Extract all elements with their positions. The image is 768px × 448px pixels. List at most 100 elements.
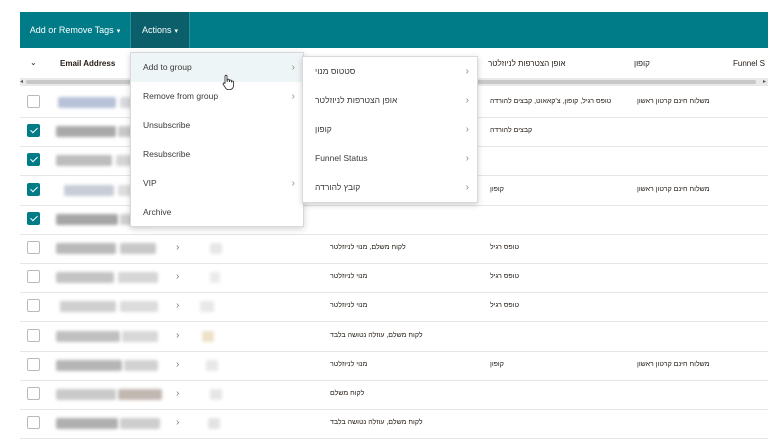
redacted-text (120, 418, 160, 430)
redacted-text (202, 330, 214, 342)
actions-button[interactable]: Actions ▾ (130, 12, 190, 48)
cell-subscription-status: לקוח משלם, מנוי לניוזלטר (330, 244, 406, 251)
column-header-signup-method[interactable]: אופן הצטרפות לניוזלטר (488, 59, 566, 68)
table-row[interactable]: › לקוח משלם, מנוי לניוזלטר טופס רגיל (20, 234, 768, 264)
scroll-left-icon[interactable]: ◂ (20, 78, 23, 86)
redacted-text (206, 359, 218, 371)
chevron-right-icon: › (465, 153, 469, 164)
redacted-text (122, 330, 158, 342)
submenu-item-label: סטטוס מנוי (315, 66, 356, 76)
chevron-right-icon: › (465, 95, 469, 106)
submenu-item-signup-method[interactable]: אופן הצטרפות לניוזלטר › (303, 86, 477, 115)
redacted-text (124, 359, 158, 371)
row-checkbox[interactable] (27, 299, 40, 313)
chevron-right-icon: › (291, 91, 295, 102)
redacted-text (210, 389, 222, 400)
table-row[interactable]: › לקוח משלם, עוזלה נטושה בלבד (20, 409, 768, 440)
cell-coupon: משלוח חינם קרטון ראשון (637, 360, 710, 368)
expand-row-icon[interactable]: › (176, 359, 179, 370)
menu-item-unsubscribe[interactable]: Unsubscribe (131, 111, 303, 140)
redacted-text (208, 418, 220, 430)
submenu-item-coupon[interactable]: קופון › (303, 115, 477, 144)
menu-item-label: Archive (143, 207, 172, 217)
select-all-dropdown-icon[interactable]: ⌄ (30, 58, 37, 67)
redacted-text (120, 243, 156, 254)
column-header-coupon[interactable]: קופון (634, 59, 650, 68)
redacted-text (120, 301, 158, 313)
column-header-funnel[interactable]: Funnel S (733, 59, 765, 68)
row-checkbox[interactable] (27, 124, 40, 138)
menu-item-archive[interactable]: Archive (131, 198, 303, 227)
chevron-down-icon: ▾ (174, 28, 179, 35)
row-checkbox[interactable] (27, 357, 40, 371)
cell-signup-method: טופס רגיל (490, 302, 520, 310)
submenu-item-funnel-status[interactable]: Funnel Status › (303, 144, 477, 173)
redacted-text (56, 330, 120, 342)
menu-item-label: Remove from group (143, 91, 219, 101)
scroll-right-icon[interactable]: ▸ (763, 78, 766, 86)
chevron-down-icon: ▾ (116, 28, 121, 35)
menu-item-label: Add to group (143, 62, 192, 72)
row-checkbox[interactable] (27, 95, 40, 108)
table-row[interactable]: › מנוי לניוזלטר טופס רגיל (20, 263, 768, 294)
table-row[interactable]: › לקוח משלם (20, 380, 768, 410)
menu-item-label: VIP (143, 178, 157, 188)
redacted-text (210, 243, 222, 254)
row-checkbox[interactable] (27, 241, 40, 254)
chevron-right-icon: › (291, 62, 295, 73)
chevron-right-icon: › (291, 178, 295, 189)
cell-subscription-status: לקוח משלם, עוזלה נטושה בלבד (330, 419, 423, 427)
redacted-text (200, 301, 214, 313)
submenu-item-download-file[interactable]: קובץ להורדה › (303, 173, 477, 202)
submenu-item-subscription-status[interactable]: סטטוס מנוי › (303, 57, 477, 86)
expand-row-icon[interactable]: › (176, 242, 179, 253)
redacted-text (60, 301, 116, 313)
add-remove-tags-button[interactable]: Add or Remove Tags ▾ (20, 12, 130, 48)
submenu-item-label: אופן הצטרפות לניוזלטר (315, 95, 398, 105)
column-header-email[interactable]: Email Address (60, 59, 115, 68)
cell-coupon: משלוח חינם קרטון ראשון (637, 98, 710, 105)
expand-row-icon[interactable]: › (176, 388, 179, 399)
submenu-item-label: קובץ להורדה (315, 182, 361, 192)
menu-item-add-to-group[interactable]: Add to group › (131, 53, 303, 82)
table-row[interactable]: › לקוח משלם, עוזלה נטושה בלבד (20, 322, 768, 352)
row-checkbox[interactable] (27, 387, 40, 400)
cell-subscription-status: מנוי לניוזלטר (330, 360, 368, 368)
cell-signup-method: קופון (490, 360, 504, 368)
menu-item-label: Unsubscribe (143, 120, 191, 130)
table-row[interactable]: › מנוי לניוזלטר קופון משלוח חינם קרטון ראשו… (20, 351, 768, 381)
redacted-text (210, 272, 220, 284)
redacted-text (56, 243, 116, 254)
redacted-text (56, 213, 118, 225)
add-to-group-submenu: סטטוס מנוי › אופן הצטרפות לניוזלטר › קופ… (302, 56, 478, 203)
chevron-right-icon: › (465, 66, 469, 77)
expand-row-icon[interactable]: › (176, 330, 179, 341)
row-checkbox[interactable] (27, 153, 40, 167)
redacted-text (56, 389, 116, 400)
redacted-text (56, 155, 112, 167)
expand-row-icon[interactable]: › (176, 300, 179, 311)
cell-subscription-status: לקוח משלם (330, 390, 365, 397)
row-checkbox[interactable] (27, 270, 40, 284)
menu-item-remove-from-group[interactable]: Remove from group › (131, 82, 303, 111)
menu-item-vip[interactable]: VIP › (131, 169, 303, 198)
redacted-text (118, 389, 162, 400)
cell-subscription-status: מנוי לניוזלטר (330, 302, 368, 310)
table-row[interactable]: › מנוי לניוזלטר טופס רגיל (20, 292, 768, 323)
actions-label: Actions (141, 25, 172, 35)
redacted-text (64, 184, 114, 196)
chevron-right-icon: › (465, 182, 469, 193)
row-checkbox[interactable] (27, 182, 40, 196)
menu-item-resubscribe[interactable]: Resubscribe (131, 140, 303, 169)
cell-subscription-status: מנוי לניוזלטר (330, 273, 368, 281)
expand-row-icon[interactable]: › (176, 271, 179, 282)
hand-pointer-cursor-icon (222, 74, 234, 90)
chevron-right-icon: › (465, 124, 469, 135)
expand-row-icon[interactable]: › (176, 417, 179, 428)
row-checkbox[interactable] (27, 416, 40, 430)
redacted-text (56, 359, 122, 371)
row-checkbox[interactable] (27, 328, 40, 342)
cell-signup-method: טופס רגיל (490, 244, 520, 251)
cell-coupon: משלוח חינם קרטון ראשון (637, 185, 710, 193)
row-checkbox[interactable] (27, 211, 40, 225)
